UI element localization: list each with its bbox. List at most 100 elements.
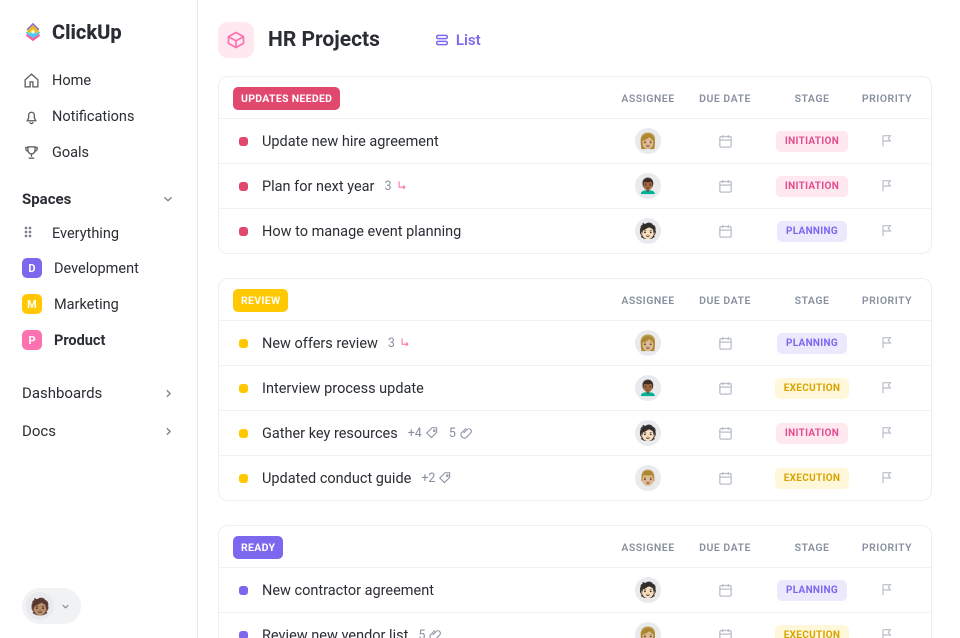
col-assignee[interactable]: ASSIGNEE [613, 294, 683, 307]
spaces-header[interactable]: Spaces [0, 170, 197, 216]
calendar-icon [717, 133, 734, 150]
task-row[interactable]: Interview process update👨🏾‍🦱EXECUTION [219, 365, 931, 410]
assignee-cell[interactable]: 🧑🏻 [613, 218, 683, 244]
nav-notifications[interactable]: Notifications [0, 98, 197, 134]
col-stage[interactable]: STAGE [767, 294, 857, 307]
user-menu[interactable]: 🧑🏽 [22, 588, 81, 624]
extra-count[interactable]: +4 [408, 426, 439, 441]
priority-cell[interactable] [857, 582, 917, 598]
task-row[interactable]: Review new vendor list5👩🏼EXECUTION [219, 612, 931, 638]
status-dot [239, 182, 248, 191]
stage-cell[interactable]: INITIATION [767, 131, 857, 152]
col-priority[interactable]: PRIORITY [857, 92, 917, 105]
task-group: UPDATES NEEDED ASSIGNEEDUE DATESTAGEPRIOR… [218, 76, 932, 254]
nav-home[interactable]: Home [0, 62, 197, 98]
due-date-cell[interactable] [683, 223, 767, 240]
stage-cell[interactable]: EXECUTION [767, 625, 857, 638]
stage-cell[interactable]: EXECUTION [767, 378, 857, 399]
col-due[interactable]: DUE DATE [683, 294, 767, 307]
stage-badge: EXECUTION [775, 378, 850, 399]
sidebar-item-everything[interactable]: Everything [0, 216, 197, 250]
col-due[interactable]: DUE DATE [683, 541, 767, 554]
stage-cell[interactable]: INITIATION [767, 176, 857, 197]
task-row[interactable]: Plan for next year3👨🏾‍🦱INITIATION [219, 163, 931, 208]
stage-cell[interactable]: INITIATION [767, 423, 857, 444]
priority-cell[interactable] [857, 425, 917, 441]
brand-name: ClickUp [52, 20, 122, 44]
col-assignee[interactable]: ASSIGNEE [613, 92, 683, 105]
nav-docs[interactable]: Docs [0, 412, 197, 450]
nav-goals[interactable]: Goals [0, 134, 197, 170]
col-priority[interactable]: PRIORITY [857, 541, 917, 554]
col-priority[interactable]: PRIORITY [857, 294, 917, 307]
sidebar-item-marketing[interactable]: MMarketing [0, 286, 197, 322]
due-date-cell[interactable] [683, 380, 767, 397]
priority-cell[interactable] [857, 223, 917, 239]
task-row[interactable]: New contractor agreement🧑🏻PLANNING [219, 567, 931, 612]
view-list-label: List [456, 31, 481, 49]
task-title-wrap: Gather key resources+45 [262, 425, 613, 442]
avatar: 👨🏼 [635, 465, 661, 491]
priority-cell[interactable] [857, 470, 917, 486]
main-content: HR Projects List UPDATES NEEDEDASSIGNEED… [198, 0, 960, 638]
task-row[interactable]: Gather key resources+45🧑🏻INITIATION [219, 410, 931, 455]
task-row[interactable]: New offers review3👩🏼PLANNING [219, 320, 931, 365]
priority-cell[interactable] [857, 380, 917, 396]
home-icon [22, 71, 40, 89]
stage-cell[interactable]: EXECUTION [767, 468, 857, 489]
assignee-cell[interactable]: 👩🏼 [613, 330, 683, 356]
grid-icon [22, 224, 40, 242]
col-stage[interactable]: STAGE [767, 92, 857, 105]
assignee-cell[interactable]: 🧑🏻 [613, 577, 683, 603]
calendar-icon [717, 380, 734, 397]
due-date-cell[interactable] [683, 627, 767, 638]
due-date-cell[interactable] [683, 425, 767, 442]
subtask-count[interactable]: 3 [384, 179, 408, 194]
assignee-cell[interactable]: 👩🏼 [613, 128, 683, 154]
due-date-cell[interactable] [683, 470, 767, 487]
priority-cell[interactable] [857, 335, 917, 351]
priority-cell[interactable] [857, 133, 917, 149]
nav-notifications-label: Notifications [52, 108, 134, 125]
task-row[interactable]: How to manage event planning🧑🏻PLANNING [219, 208, 931, 253]
nav-dashboards[interactable]: Dashboards [0, 374, 197, 412]
extra-count[interactable]: +2 [421, 471, 452, 486]
flag-icon [879, 335, 895, 351]
assignee-cell[interactable]: 👨🏾‍🦱 [613, 173, 683, 199]
assignee-cell[interactable]: 👩🏼 [613, 622, 683, 638]
sidebar-item-development[interactable]: DDevelopment [0, 250, 197, 286]
flag-icon [879, 582, 895, 598]
due-date-cell[interactable] [683, 582, 767, 599]
col-stage[interactable]: STAGE [767, 541, 857, 554]
stage-cell[interactable]: PLANNING [767, 580, 857, 601]
priority-cell[interactable] [857, 627, 917, 638]
status-pill[interactable]: REVIEW [233, 289, 288, 312]
assignee-cell[interactable]: 🧑🏻 [613, 420, 683, 446]
status-pill[interactable]: UPDATES NEEDED [233, 87, 340, 110]
col-assignee[interactable]: ASSIGNEE [613, 541, 683, 554]
status-pill[interactable]: READY [233, 536, 283, 559]
stage-cell[interactable]: PLANNING [767, 333, 857, 354]
nav-docs-label: Docs [22, 422, 56, 440]
attachment-count[interactable]: 5 [418, 628, 442, 638]
task-row[interactable]: Updated conduct guide+2👨🏼EXECUTION [219, 455, 931, 500]
avatar: 👩🏼 [635, 622, 661, 638]
due-date-cell[interactable] [683, 335, 767, 352]
col-due[interactable]: DUE DATE [683, 92, 767, 105]
assignee-cell[interactable]: 👨🏼 [613, 465, 683, 491]
calendar-icon [717, 178, 734, 195]
sidebar-item-product[interactable]: PProduct [0, 322, 197, 358]
subtask-count[interactable]: 3 [388, 336, 412, 351]
brand-logo[interactable]: ClickUp [0, 20, 197, 62]
due-date-cell[interactable] [683, 178, 767, 195]
everything-label: Everything [52, 225, 119, 242]
attachment-count[interactable]: 5 [449, 426, 473, 441]
priority-cell[interactable] [857, 178, 917, 194]
view-list[interactable]: List [434, 31, 481, 49]
assignee-cell[interactable]: 👨🏾‍🦱 [613, 375, 683, 401]
stage-cell[interactable]: PLANNING [767, 221, 857, 242]
task-row[interactable]: Update new hire agreement👩🏼INITIATION [219, 118, 931, 163]
cube-icon [218, 22, 254, 58]
nav-goals-label: Goals [52, 144, 89, 161]
due-date-cell[interactable] [683, 133, 767, 150]
